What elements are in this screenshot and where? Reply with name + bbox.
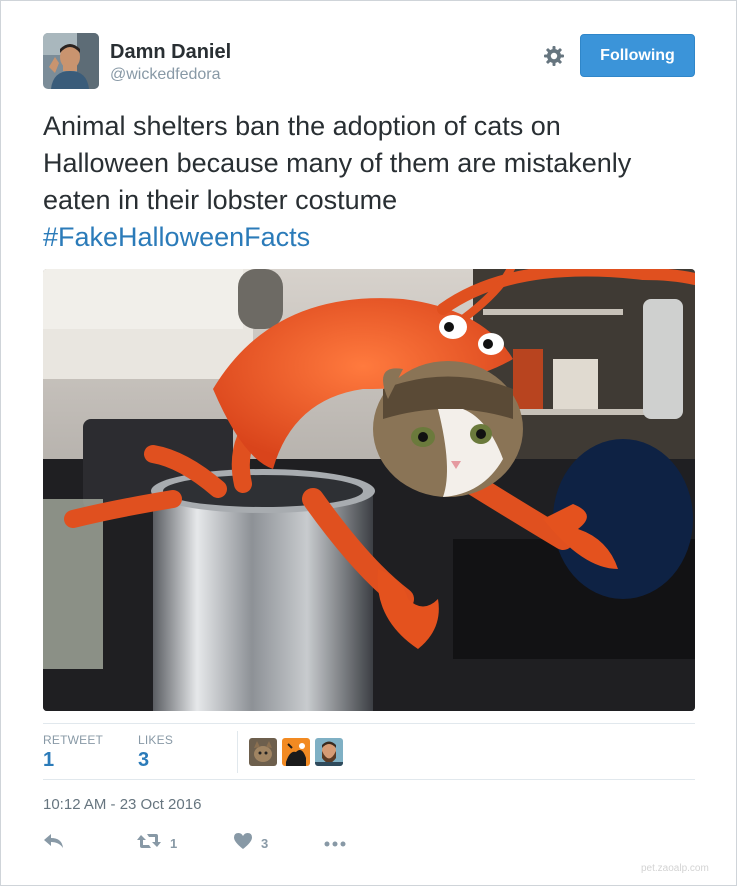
tweet-card: Damn Daniel @wickedfedora Following Anim… bbox=[0, 0, 737, 886]
more-button[interactable] bbox=[324, 831, 346, 855]
like-action-count: 3 bbox=[261, 835, 269, 851]
tweet-text-line: Animal shelters ban the adoption of cats… bbox=[43, 111, 561, 141]
gear-icon[interactable] bbox=[542, 44, 566, 68]
reply-icon bbox=[43, 832, 65, 855]
retweet-button[interactable]: 1 bbox=[136, 831, 177, 855]
stats-divider bbox=[237, 731, 238, 773]
following-button[interactable]: Following bbox=[580, 34, 695, 77]
tweet-timestamp[interactable]: 10:12 AM - 23 Oct 2016 bbox=[43, 796, 201, 813]
divider bbox=[43, 779, 695, 780]
tweet-text-line: eaten in their lobster costume bbox=[43, 185, 398, 215]
likes-stat-count[interactable]: 3 bbox=[138, 749, 149, 772]
like-button[interactable]: 3 bbox=[233, 831, 268, 855]
retweet-action-count: 1 bbox=[170, 835, 178, 851]
heart-icon bbox=[233, 832, 253, 855]
retweet-icon bbox=[136, 832, 162, 855]
author-handle[interactable]: @wickedfedora bbox=[110, 66, 221, 84]
retweet-stat-count[interactable]: 1 bbox=[43, 749, 54, 772]
liker-avatar[interactable] bbox=[315, 738, 343, 766]
author-avatar[interactable] bbox=[43, 33, 99, 89]
retweet-stat-label: RETWEET bbox=[43, 733, 104, 747]
divider bbox=[43, 723, 695, 724]
more-icon bbox=[324, 834, 346, 852]
tweet-text-line: Halloween because many of them are mista… bbox=[43, 148, 632, 178]
tweet-text: Animal shelters ban the adoption of cats… bbox=[43, 108, 723, 256]
tweet-photo[interactable] bbox=[43, 269, 695, 711]
liker-avatar[interactable] bbox=[249, 738, 277, 766]
author-display-name[interactable]: Damn Daniel bbox=[110, 41, 231, 64]
watermark: pet.zaoalp.com bbox=[641, 863, 709, 874]
likes-stat-label: LIKES bbox=[138, 733, 174, 747]
reply-button[interactable] bbox=[43, 831, 65, 855]
liker-avatar[interactable] bbox=[282, 738, 310, 766]
hashtag-link[interactable]: #FakeHalloweenFacts bbox=[43, 219, 723, 256]
